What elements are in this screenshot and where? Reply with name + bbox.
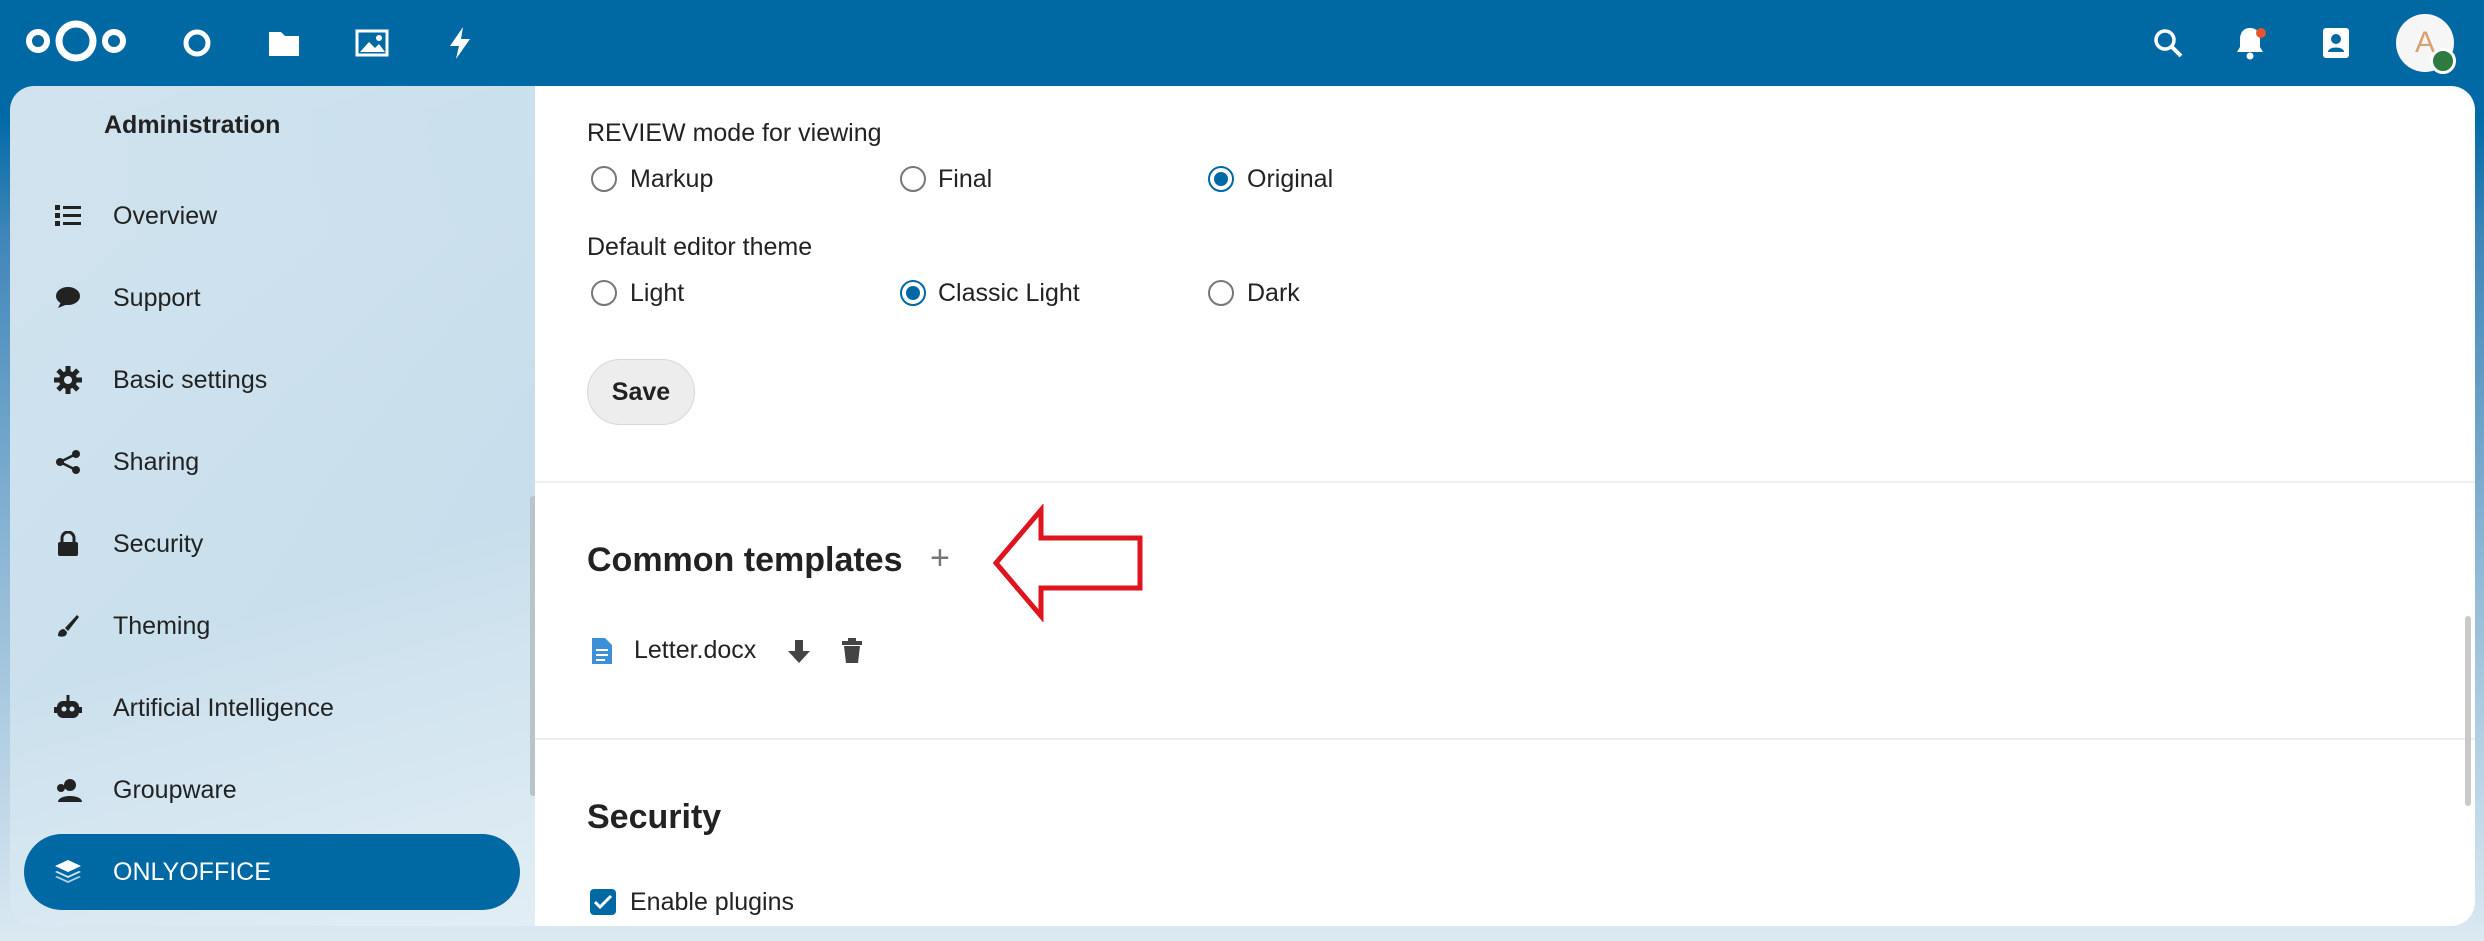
sidebar-item-basic-settings[interactable]: Basic settings <box>24 342 520 418</box>
radio-review-original[interactable] <box>1208 166 1234 192</box>
add-template-button[interactable]: + <box>930 539 950 578</box>
document-icon <box>591 637 613 670</box>
admin-sidebar: Administration Overview Support Basic se… <box>10 86 536 926</box>
annotation-arrow-icon <box>992 504 1143 622</box>
section-divider <box>535 481 2475 483</box>
sidebar-item-label: Sharing <box>113 447 200 476</box>
sidebar-item-label: Overview <box>113 201 218 230</box>
paintbrush-icon <box>54 612 82 640</box>
dashboard-icon[interactable] <box>172 18 222 68</box>
sidebar-item-artificial-intelligence[interactable]: Artificial Intelligence <box>24 670 520 746</box>
security-heading: Security <box>587 798 722 836</box>
sidebar-item-support[interactable]: Support <box>24 260 520 336</box>
common-templates-heading: Common templates <box>587 541 903 579</box>
sidebar-item-theming[interactable]: Theming <box>24 588 520 664</box>
radio-label-markup: Markup <box>630 165 714 193</box>
editor-theme-label: Default editor theme <box>587 233 813 261</box>
list-icon <box>54 202 82 230</box>
radio-label-classic-light: Classic Light <box>938 279 1080 307</box>
sidebar-item-label: Support <box>113 283 201 312</box>
robot-icon <box>54 694 82 722</box>
gear-icon <box>54 366 82 394</box>
sidebar-item-security[interactable]: Security <box>24 506 520 582</box>
radio-theme-light[interactable] <box>591 280 617 306</box>
sidebar-item-overview[interactable]: Overview <box>24 178 520 254</box>
radio-label-original: Original <box>1247 165 1334 193</box>
radio-label-dark: Dark <box>1247 279 1300 307</box>
sidebar-item-label: Artificial Intelligence <box>113 693 334 722</box>
onlyoffice-layers-icon <box>54 858 82 886</box>
radio-theme-dark[interactable] <box>1208 280 1234 306</box>
photos-icon[interactable] <box>347 18 397 68</box>
radio-theme-classic-light[interactable] <box>900 280 926 306</box>
enable-plugins-checkbox[interactable] <box>590 889 616 915</box>
lock-icon <box>54 530 82 558</box>
activity-icon[interactable] <box>435 18 485 68</box>
user-group-icon <box>54 776 82 804</box>
content-scrollbar[interactable] <box>2465 616 2471 806</box>
notification-badge <box>2256 28 2266 38</box>
download-icon[interactable] <box>787 639 811 670</box>
sidebar-item-label: Theming <box>113 611 211 640</box>
template-file-name[interactable]: Letter.docx <box>634 636 756 665</box>
settings-content: REVIEW mode for viewing Markup Final Ori… <box>535 86 2475 926</box>
section-divider <box>535 738 2475 740</box>
radio-review-markup[interactable] <box>591 166 617 192</box>
search-icon[interactable] <box>2143 18 2193 68</box>
share-icon <box>54 448 82 476</box>
nextcloud-logo-icon[interactable] <box>22 16 130 66</box>
radio-label-light: Light <box>630 279 685 307</box>
template-file-row: Letter.docx <box>587 631 887 671</box>
review-mode-label: REVIEW mode for viewing <box>587 119 882 147</box>
sidebar-item-sharing[interactable]: Sharing <box>24 424 520 500</box>
radio-label-final: Final <box>938 165 993 193</box>
enable-plugins-label: Enable plugins <box>630 888 795 916</box>
sidebar-item-label: Security <box>113 529 204 558</box>
top-bar: A <box>0 0 2484 86</box>
sidebar-title: Administration <box>104 111 281 139</box>
sidebar-item-groupware[interactable]: Groupware <box>24 752 520 828</box>
sidebar-item-label: Groupware <box>113 775 237 804</box>
sidebar-item-label: ONLYOFFICE <box>113 857 271 886</box>
notifications-icon[interactable] <box>2225 18 2275 68</box>
sidebar-item-label: Basic settings <box>113 365 268 394</box>
sidebar-item-onlyoffice[interactable]: ONLYOFFICE <box>24 834 520 910</box>
chat-bubble-icon <box>54 284 82 312</box>
save-button[interactable]: Save <box>587 359 695 425</box>
status-online-dot <box>2430 48 2456 74</box>
trash-icon[interactable] <box>841 638 863 669</box>
contacts-icon[interactable] <box>2311 18 2361 68</box>
files-icon[interactable] <box>259 18 309 68</box>
radio-review-final[interactable] <box>900 166 926 192</box>
